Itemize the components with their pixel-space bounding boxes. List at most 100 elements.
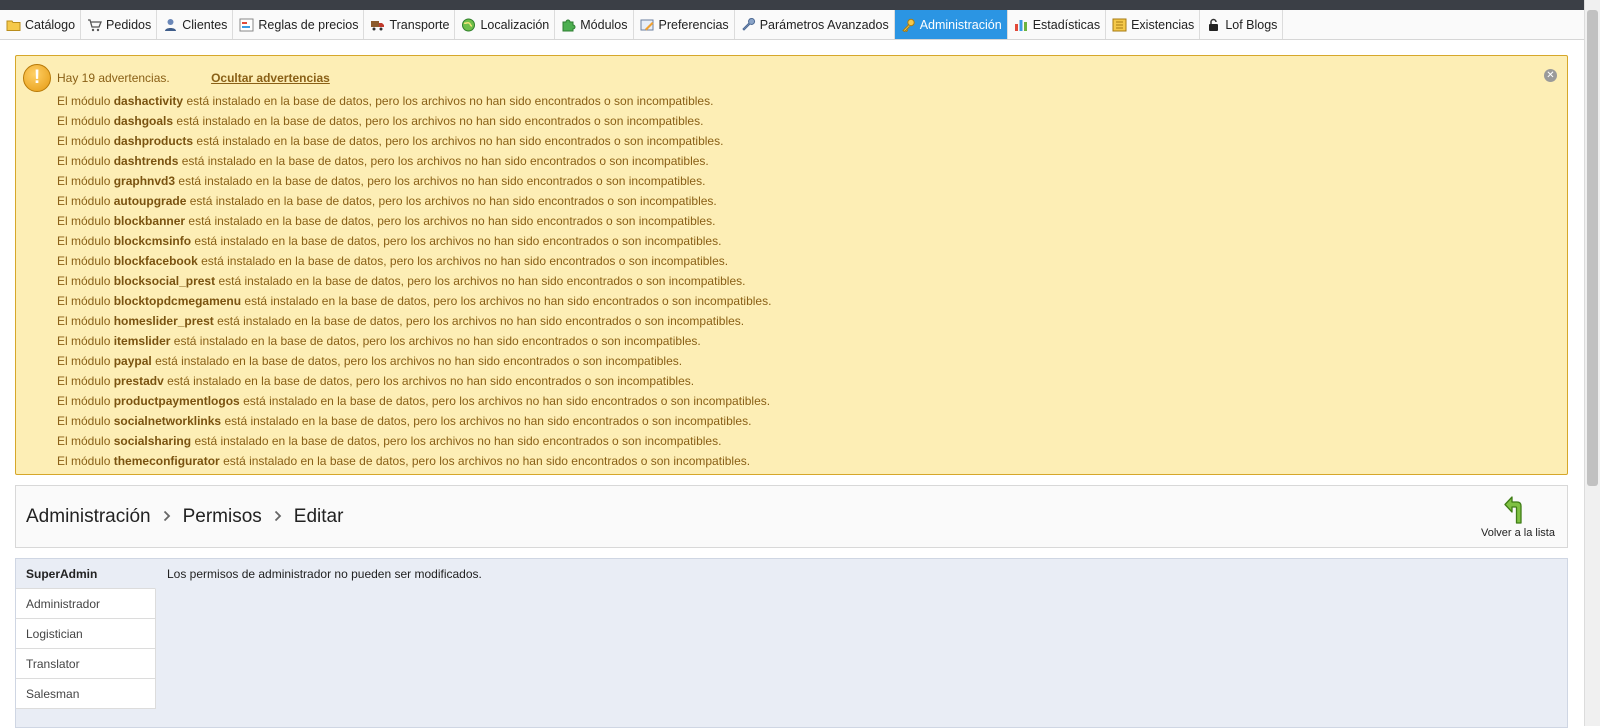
warning-icon: ! (23, 64, 51, 92)
warnings-panel: ! Hay 19 advertencias. Ocultar advertenc… (15, 55, 1568, 475)
stock-icon (1112, 18, 1127, 32)
warning-prefix: El módulo (57, 274, 111, 288)
menu-item-11[interactable]: Existencias (1106, 10, 1201, 39)
globe-icon (461, 18, 476, 32)
puzzle-icon (561, 18, 576, 32)
menu-item-2[interactable]: Clientes (157, 10, 234, 39)
menu-item-label: Lof Blogs (1225, 17, 1278, 32)
warning-suffix: está instalado en la base de datos, pero… (223, 454, 751, 468)
warning-suffix: está instalado en la base de datos, pero… (176, 114, 704, 128)
profile-tab[interactable]: Logistician (16, 619, 156, 649)
permissions-panel: SuperAdmin Administrador Logistician Transl… (15, 558, 1568, 728)
menu-item-label: Módulos (580, 17, 628, 32)
profile-tab[interactable]: Administrador (16, 589, 156, 619)
warning-module-name: themeconfigurator (113, 454, 220, 468)
warning-prefix: El módulo (57, 314, 111, 328)
page-scrollbar[interactable] (1584, 0, 1600, 726)
warning-item: El módulo blockbanner está instalado en … (57, 211, 771, 231)
warning-prefix: El módulo (57, 134, 111, 148)
warning-item: El módulo dashproducts está instalado en… (57, 131, 771, 151)
warning-item: El módulo prestadv está instalado en la … (57, 371, 771, 391)
warning-module-name: productpaymentlogos (113, 394, 240, 408)
menu-item-1[interactable]: Pedidos (81, 10, 158, 39)
warning-module-name: blocktopdcmegamenu (113, 294, 242, 308)
warning-item: El módulo blocktopdcmegamenu está instal… (57, 291, 771, 311)
warning-suffix: está instalado en la base de datos, pero… (224, 414, 752, 428)
menu-item-8[interactable]: Parámetros Avanzados (735, 10, 895, 39)
warning-module-name: itemslider (113, 334, 171, 348)
warning-prefix: El módulo (57, 154, 111, 168)
warning-item: El módulo paypal está instalado en la ba… (57, 351, 771, 371)
warning-module-name: paypal (113, 354, 152, 368)
warning-item: El módulo dashtrends está instalado en l… (57, 151, 771, 171)
back-to-list-button[interactable]: Volver a la lista (1480, 495, 1556, 539)
lock-icon (1206, 18, 1221, 32)
profile-tab[interactable]: Salesman (16, 679, 156, 709)
warnings-list: El módulo dashactivity está instalado en… (57, 91, 771, 471)
warning-item: El módulo autoupgrade está instalado en … (57, 191, 771, 211)
page-title: Editar (293, 506, 344, 527)
warning-suffix: está instalado en la base de datos, pero… (217, 314, 745, 328)
menu-item-5[interactable]: Localización (455, 10, 556, 39)
profile-tab[interactable]: SuperAdmin (16, 559, 156, 589)
warning-prefix: El módulo (57, 294, 111, 308)
menu-item-12[interactable]: Lof Blogs (1200, 10, 1284, 39)
back-arrow-icon (1480, 495, 1556, 525)
menu-item-label: Estadísticas (1032, 17, 1101, 32)
wrench-icon (741, 17, 756, 32)
menu-item-7[interactable]: Preferencias (634, 10, 735, 39)
breadcrumb-item-permisos[interactable]: Permisos (183, 506, 262, 528)
breadcrumb-item-administracion[interactable]: Administración (26, 506, 151, 528)
warning-module-name: socialnetworklinks (113, 414, 222, 428)
warning-module-name: blockfacebook (113, 254, 198, 268)
chevron-right-icon (163, 506, 171, 528)
warning-item: El módulo homeslider_prest está instalad… (57, 311, 771, 331)
close-icon[interactable]: ✕ (1544, 69, 1557, 82)
menu-item-4[interactable]: Transporte (364, 10, 456, 39)
menu-item-label: Transporte (389, 17, 450, 32)
breadcrumb: Administración Permisos Editar (26, 506, 343, 528)
menu-item-6[interactable]: Módulos (555, 10, 634, 39)
truck-icon (370, 18, 385, 32)
warning-item: El módulo socialnetworklinks está instal… (57, 411, 771, 431)
menu-item-3[interactable]: Reglas de precios (233, 10, 365, 39)
warning-prefix: El módulo (57, 254, 111, 268)
warning-prefix: El módulo (57, 174, 111, 188)
warning-prefix: El módulo (57, 234, 111, 248)
warning-item: El módulo dashactivity está instalado en… (57, 91, 771, 111)
menu-item-label: Catálogo (25, 17, 76, 32)
profile-tab[interactable]: Translator (16, 649, 156, 679)
warning-suffix: está instalado en la base de datos, pero… (181, 154, 709, 168)
warning-suffix: está instalado en la base de datos, pero… (189, 194, 717, 208)
profile-tabs: SuperAdmin Administrador Logistician Transl… (16, 559, 156, 709)
warning-item: El módulo itemslider está instalado en l… (57, 331, 771, 351)
warning-suffix: está instalado en la base de datos, pero… (173, 334, 701, 348)
warning-item: El módulo productpaymentlogos está insta… (57, 391, 771, 411)
scrollbar-thumb[interactable] (1587, 10, 1598, 486)
warning-prefix: El módulo (57, 214, 111, 228)
warning-module-name: prestadv (113, 374, 164, 388)
warning-suffix: está instalado en la base de datos, pero… (196, 134, 724, 148)
menu-item-9[interactable]: Administración (894, 10, 1008, 39)
warning-suffix: está instalado en la base de datos, pero… (201, 254, 729, 268)
warning-suffix: está instalado en la base de datos, pero… (186, 94, 714, 108)
warning-prefix: El módulo (57, 394, 111, 408)
warning-item: El módulo blockfacebook está instalado e… (57, 251, 771, 271)
warning-prefix: El módulo (57, 114, 111, 128)
menu-item-10[interactable]: Estadísticas (1008, 10, 1107, 39)
warning-module-name: blockbanner (113, 214, 186, 228)
warning-prefix: El módulo (57, 334, 111, 348)
warning-prefix: El módulo (57, 454, 111, 468)
user-icon (163, 18, 178, 32)
warning-module-name: blockcmsinfo (113, 234, 192, 248)
warning-module-name: dashproducts (113, 134, 194, 148)
back-to-list-label: Volver a la lista (1481, 527, 1555, 539)
warning-prefix: El módulo (57, 94, 111, 108)
permissions-message: Los permisos de administrador no pueden … (167, 567, 482, 581)
menu-item-label: Preferencias (658, 17, 729, 32)
warning-suffix: está instalado en la base de datos, pero… (188, 214, 716, 228)
warning-module-name: dashgoals (113, 114, 174, 128)
hide-warnings-link[interactable]: Ocultar advertencias (211, 71, 330, 85)
warning-module-name: graphnvd3 (113, 174, 176, 188)
menu-item-0[interactable]: Catálogo (0, 10, 82, 39)
